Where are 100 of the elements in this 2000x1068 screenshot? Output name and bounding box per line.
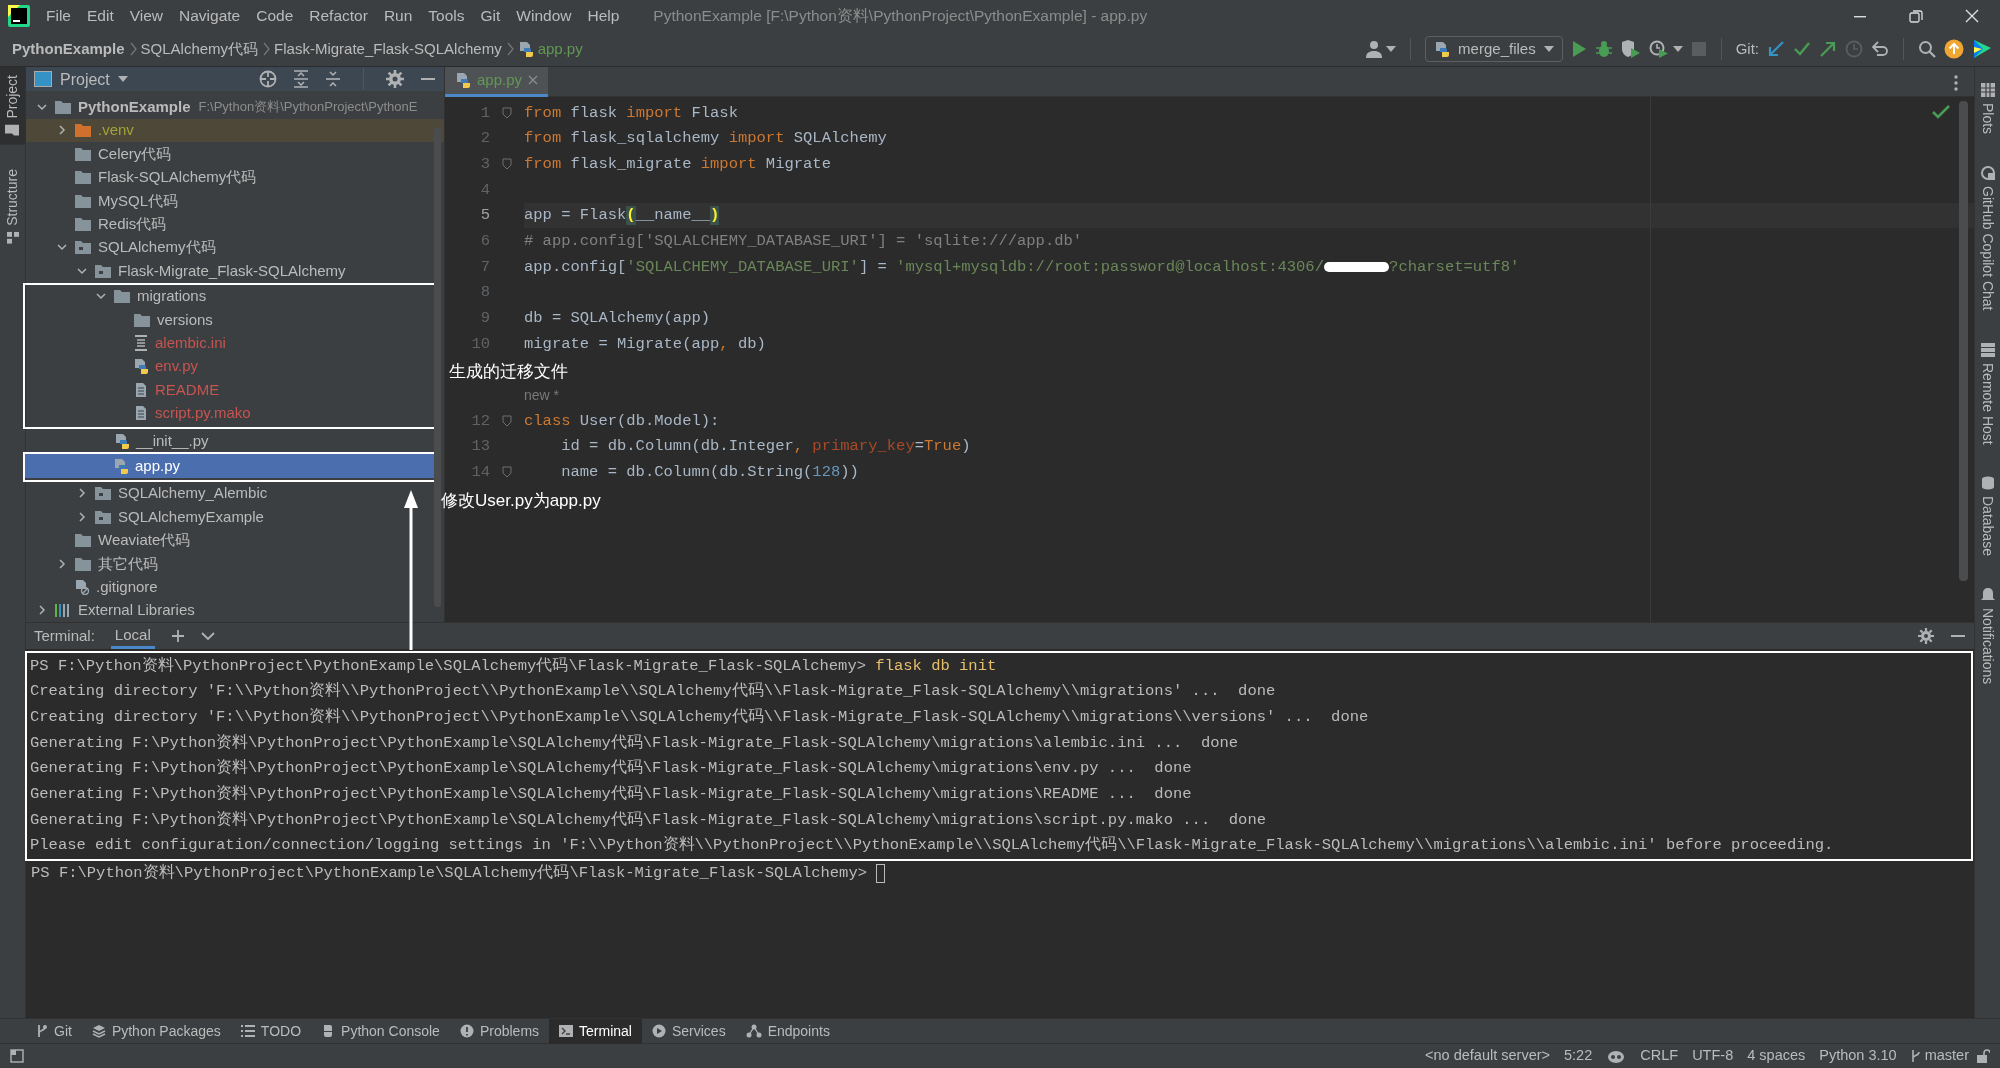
- tree-item[interactable]: Redis代码: [26, 212, 167, 236]
- tool-window-button[interactable]: Python Packages: [81, 1018, 231, 1044]
- tool-window-button[interactable]: Services: [641, 1018, 736, 1044]
- restore-icon[interactable]: [1909, 9, 1923, 23]
- tree-item[interactable]: .gitignore: [26, 575, 158, 599]
- panel-title[interactable]: Project: [60, 69, 110, 89]
- tool-window-tab[interactable]: GitHub Copilot Chat: [1976, 158, 1999, 319]
- tree-item[interactable]: __init__.py: [26, 428, 209, 453]
- check-icon[interactable]: [1793, 40, 1811, 58]
- breadcrumb[interactable]: SQLAlchemy代码: [140, 40, 259, 58]
- tree-item[interactable]: Flask-Migrate_Flask-SQLAlchemy: [26, 259, 346, 283]
- menu-item[interactable]: Help: [579, 6, 628, 26]
- menu-item[interactable]: Code: [248, 6, 302, 26]
- run-configuration-dropdown[interactable]: merge_files: [1425, 36, 1563, 62]
- expand-all-icon[interactable]: [293, 70, 309, 89]
- tool-window-button[interactable]: Problems: [449, 1018, 550, 1044]
- tree-item[interactable]: SQLAlchemy代码: [26, 235, 216, 260]
- tree-item[interactable]: SQLAlchemy_Alembic: [26, 481, 268, 506]
- tree-item[interactable]: Flask-SQLAlchemy代码: [26, 165, 257, 189]
- bug-icon[interactable]: [1594, 40, 1613, 58]
- chevron-down-icon[interactable]: [200, 631, 215, 641]
- tool-window-button[interactable]: Endpoints: [735, 1018, 840, 1044]
- tree-item[interactable]: 其它代码: [26, 551, 158, 576]
- scrollbar[interactable]: [434, 127, 441, 607]
- inlay-hint[interactable]: new *: [524, 387, 560, 404]
- server-status[interactable]: <no default server>: [1418, 1047, 1557, 1065]
- scrollbar[interactable]: [1959, 101, 1968, 581]
- clock-play-icon[interactable]: [1648, 40, 1669, 58]
- file-encoding[interactable]: UTF-8: [1685, 1047, 1741, 1065]
- tool-window-button[interactable]: Git: [26, 1018, 82, 1044]
- path-label: F:\Python资料\PythonProject\PythonE: [198, 99, 418, 115]
- plus-icon[interactable]: [170, 629, 185, 643]
- line-separator[interactable]: CRLF: [1633, 1047, 1686, 1065]
- tree-item[interactable]: MySQL代码: [26, 188, 178, 213]
- tool-window-tab[interactable]: Plots: [1976, 75, 1999, 143]
- tree-item[interactable]: migrations: [25, 284, 207, 308]
- tool-window-tab[interactable]: Structure: [0, 160, 25, 252]
- up-arrow-circle-icon[interactable]: [1944, 39, 1964, 59]
- more-icon[interactable]: [1954, 74, 1958, 91]
- menu-item[interactable]: Tools: [420, 6, 473, 26]
- layers-icon: [91, 1024, 106, 1038]
- tool-window-tab[interactable]: Remote Host: [1976, 334, 1999, 453]
- fold-marker-icon[interactable]: [502, 466, 512, 479]
- tool-window-tab[interactable]: Notifications: [1976, 580, 1999, 693]
- libraries-icon: [54, 602, 72, 619]
- menu-item[interactable]: Window: [508, 6, 580, 26]
- tree-item[interactable]: Celery代码: [26, 142, 172, 166]
- fold-marker-icon[interactable]: [502, 106, 512, 119]
- menu-item[interactable]: View: [121, 6, 172, 26]
- shield-play-icon[interactable]: [1620, 40, 1641, 58]
- tool-window-tab[interactable]: Project: [0, 67, 25, 145]
- arrow-up-right-icon[interactable]: [1819, 40, 1837, 58]
- breadcrumb[interactable]: PythonExample: [12, 40, 125, 58]
- breadcrumb[interactable]: Flask-Migrate_Flask-SQLAlchemy: [274, 40, 502, 58]
- menu-item[interactable]: File: [38, 6, 79, 26]
- python-file-icon: [114, 432, 130, 449]
- user-icon[interactable]: [1366, 40, 1383, 58]
- terminal-line: Please edit configuration/connection/logging settings in 'F:\\Python资料\\PythonProject\\PythonExample\\SQLAlchemy代码\\Flask-Migrate_Flask-SQLAlchemy\\migrations\\alembic.ini' before proceeding.: [30, 836, 1834, 855]
- tree-item[interactable]: External Libraries: [26, 598, 195, 622]
- crosshair-icon[interactable]: [259, 70, 277, 89]
- tree-item[interactable]: .venv: [26, 118, 444, 143]
- cursor-position[interactable]: 5:22: [1557, 1047, 1600, 1065]
- breadcrumb[interactable]: app.py: [517, 40, 583, 58]
- indent-setting[interactable]: 4 spaces: [1740, 1047, 1813, 1065]
- fold-marker-icon[interactable]: [502, 158, 512, 171]
- arrow-down-left-icon[interactable]: [1767, 40, 1785, 58]
- search-icon[interactable]: [1918, 40, 1936, 58]
- menu-item[interactable]: Edit: [79, 6, 122, 26]
- git-label: Git:: [1735, 40, 1759, 58]
- run-icon[interactable]: [1570, 40, 1587, 58]
- tool-window-tab[interactable]: Database: [1976, 468, 1999, 565]
- endpoints-icon: [745, 1024, 762, 1038]
- menu-item[interactable]: Navigate: [171, 6, 249, 26]
- terminal-tab[interactable]: Local: [110, 623, 155, 649]
- terminal-line: PS F:\Python资料\PythonProject\PythonExample\SQLAlchemy代码\Flask-Migrate_Flask-SQLAlchemy>: [31, 864, 869, 883]
- settings-icon[interactable]: [1918, 628, 1934, 644]
- fold-marker-icon[interactable]: [502, 415, 512, 428]
- tree-item[interactable]: Weaviate代码: [26, 528, 191, 552]
- collapse-all-icon[interactable]: [325, 70, 341, 89]
- menu-item[interactable]: Refactor: [301, 6, 376, 26]
- tool-window-button[interactable]: Terminal: [549, 1018, 642, 1044]
- module-folder-icon: [94, 508, 112, 525]
- git-branch[interactable]: master: [1903, 1047, 1976, 1065]
- menu-item[interactable]: Run: [375, 6, 421, 26]
- folder-icon: [5, 124, 20, 137]
- tool-window-button[interactable]: Python Console: [311, 1018, 450, 1044]
- menu-item[interactable]: Git: [472, 6, 509, 26]
- logo-icon[interactable]: [1972, 39, 1992, 59]
- settings-icon[interactable]: [386, 70, 404, 89]
- tree-item[interactable]: SQLAlchemyExample: [26, 505, 264, 529]
- lock-icon[interactable]: [1976, 1049, 1990, 1063]
- tree-item[interactable]: PythonExample F:\Python资料\PythonProject\PythonE: [26, 95, 418, 119]
- tool-window-button[interactable]: TODO: [230, 1018, 312, 1044]
- tree-item[interactable]: versions: [25, 307, 213, 332]
- line-number: 13: [470, 437, 490, 457]
- folder-icon: [54, 99, 72, 116]
- undo-icon[interactable]: [1871, 40, 1889, 58]
- interpreter[interactable]: Python 3.10: [1812, 1047, 1904, 1065]
- list-icon: [240, 1024, 255, 1038]
- toggle-panels-icon[interactable]: [10, 1049, 24, 1063]
